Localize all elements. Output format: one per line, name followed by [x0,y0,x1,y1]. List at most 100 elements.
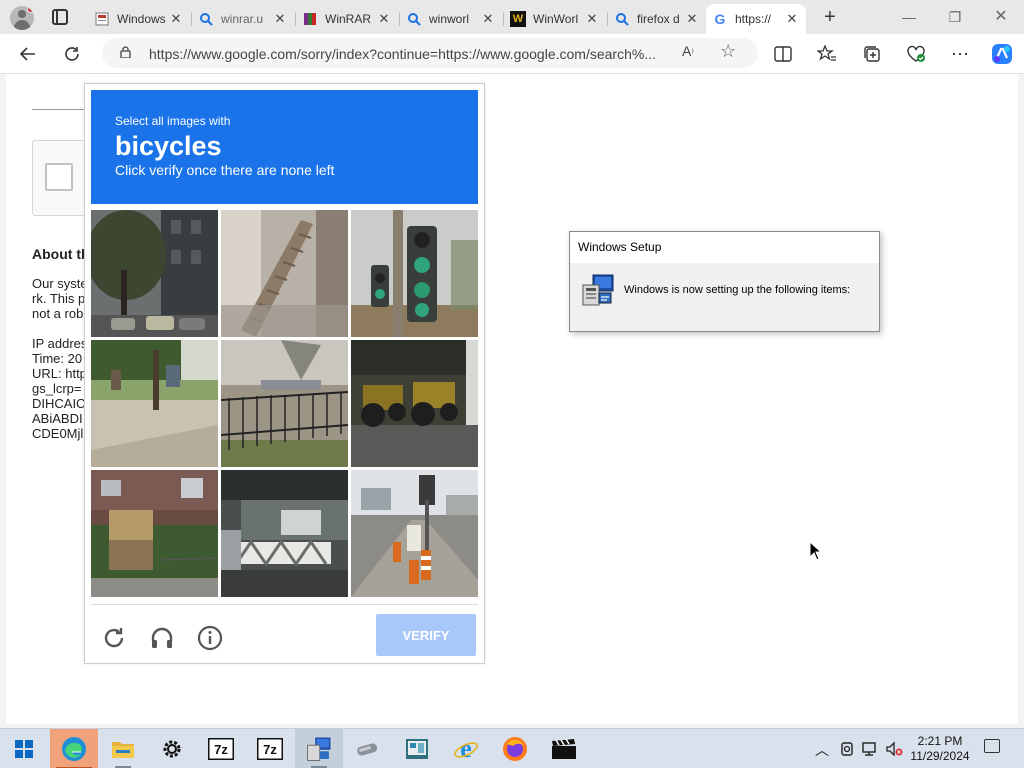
setup-icon [307,737,331,761]
tab-google-sorry[interactable]: G https:// ✕ [706,4,806,34]
taskbar-7zip[interactable]: 7z [197,729,245,768]
image-grid [91,210,478,597]
favorites-button[interactable] [813,40,841,68]
system-clock[interactable]: 2:21 PM 11/29/2024 [904,734,976,764]
image-tile[interactable] [221,340,348,467]
image-tile[interactable] [91,470,218,597]
internet-explorer-icon: e [454,736,478,762]
image-tile[interactable] [221,470,348,597]
close-tab-icon[interactable]: ✕ [684,11,700,27]
close-tab-icon[interactable]: ✕ [784,11,800,27]
tab-winworld[interactable]: W WinWorl ✕ [504,4,606,34]
challenge-prompt: Select all images with [115,114,231,128]
copilot-button[interactable] [988,40,1016,68]
svg-text:7z: 7z [263,742,277,757]
tab-label: winrar.u [221,12,264,26]
taskbar-media-app[interactable] [540,729,588,768]
image-tile[interactable] [351,470,478,597]
taskbar-edge[interactable] [50,729,98,768]
tab-winrar[interactable]: WinRAR ✕ [296,4,398,34]
challenge-footer: VERIFY [91,604,478,664]
sorry-text-line: Time: 20 [32,351,83,366]
network-icon[interactable] [862,741,880,757]
restore-button[interactable]: ❐ [932,5,978,29]
favorite-star-icon[interactable]: ☆ [720,41,736,62]
volume-muted-icon[interactable] [885,741,903,757]
refresh-icon [65,47,79,61]
image-tile[interactable] [91,340,218,467]
new-tab-button[interactable]: + [818,5,842,29]
firefox-icon [503,737,527,761]
minimize-button[interactable]: — [886,5,932,29]
taskbar-7zip-2[interactable]: 7z [246,729,294,768]
edge-icon [62,737,86,761]
lock-icon [120,46,131,58]
meet-now-icon[interactable] [840,741,854,757]
verify-button[interactable]: VERIFY [376,614,476,656]
close-tab-icon[interactable]: ✕ [480,11,496,27]
image-tile[interactable] [91,210,218,337]
tab-label: https:// [735,12,772,26]
close-tab-icon[interactable]: ✕ [376,11,392,27]
tab-firefox-search[interactable]: firefox d ✕ [608,4,706,34]
close-tab-icon[interactable]: ✕ [584,11,600,27]
sorry-text-line: not a rob [32,306,84,321]
back-button[interactable] [14,40,42,68]
setup-message: Windows is now setting up the following … [624,284,851,296]
audio-challenge-icon[interactable] [149,625,175,651]
tab-winworld-search[interactable]: winworl ✕ [400,4,502,34]
close-tab-icon[interactable]: ✕ [168,11,184,27]
notifications-icon[interactable] [984,739,1000,753]
image-tile[interactable] [351,210,478,337]
taskbar-windows-setup[interactable] [295,729,343,768]
show-hidden-icons-chevron-icon[interactable]: ︿ [815,740,829,760]
start-icon [15,740,33,758]
search-icon [614,11,630,27]
tab-actions-icon[interactable] [52,9,68,25]
not-a-robot-checkbox[interactable] [45,163,73,191]
split-screen-icon [774,46,792,62]
address-bar[interactable]: https://www.google.com/sorry/index?conti… [102,38,758,68]
taskbar-file-explorer[interactable] [99,729,147,768]
image-tile[interactable] [351,340,478,467]
browser-essentials-button[interactable] [902,40,930,68]
back-arrow-icon [19,47,35,61]
not-a-robot-box[interactable] [32,140,92,216]
7zip-icon: 7z [208,738,234,760]
tab-label: firefox d [637,12,680,26]
favorites-icon [817,45,836,61]
copilot-icon [992,44,1012,64]
sorry-text-line: Our syste [32,276,88,291]
sorry-text-line: IP addres [32,336,88,351]
tab-windows[interactable]: Windows ✕ [88,4,190,34]
refresh-button[interactable] [58,40,86,68]
close-window-button[interactable]: ✕ [978,5,1024,29]
taskbar-internet-explorer[interactable]: e [442,729,490,768]
search-icon [198,11,214,27]
mouse-cursor-icon [809,541,823,561]
tab-label: WinRAR [325,12,372,26]
taskbar-control-panel[interactable] [393,729,441,768]
reload-challenge-icon[interactable] [101,625,127,651]
setup-computer-icon [582,274,614,306]
split-screen-button[interactable] [769,40,797,68]
sorry-text-line: gs_lcrp= [32,381,82,396]
read-aloud-icon[interactable]: A⁾ [682,43,694,59]
close-tab-icon[interactable]: ✕ [272,11,288,27]
taskbar-usb-drive[interactable] [344,729,392,768]
image-tile[interactable] [221,210,348,337]
recaptcha-challenge: Select all images with bicycles Click ve… [84,83,485,664]
more-options-icon[interactable]: ⋯ [946,40,974,68]
control-panel-icon [406,739,428,759]
start-button[interactable] [0,729,48,768]
taskbar-firefox[interactable] [491,729,539,768]
windows-setup-dialog: Windows Setup Windows is now setting up … [569,231,880,332]
tab-winrar-search[interactable]: winrar.u ✕ [192,4,294,34]
url-text[interactable]: https://www.google.com/sorry/index?conti… [149,46,669,62]
profile-avatar-icon[interactable] [10,6,34,30]
taskbar-settings[interactable] [148,729,196,768]
settings-icon [163,740,181,758]
info-icon[interactable] [197,625,223,651]
collections-button[interactable] [858,40,886,68]
dialog-title[interactable]: Windows Setup [570,232,879,263]
